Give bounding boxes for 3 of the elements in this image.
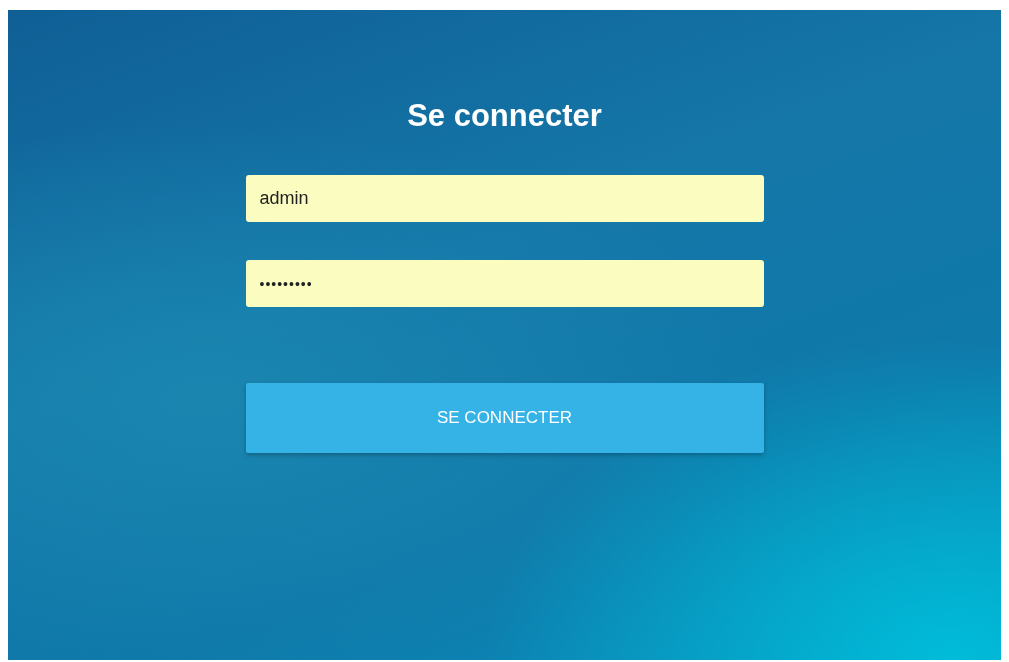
- login-title: Se connecter: [407, 97, 602, 135]
- password-field[interactable]: •••••••••: [245, 260, 764, 307]
- username-field[interactable]: admin: [245, 175, 764, 222]
